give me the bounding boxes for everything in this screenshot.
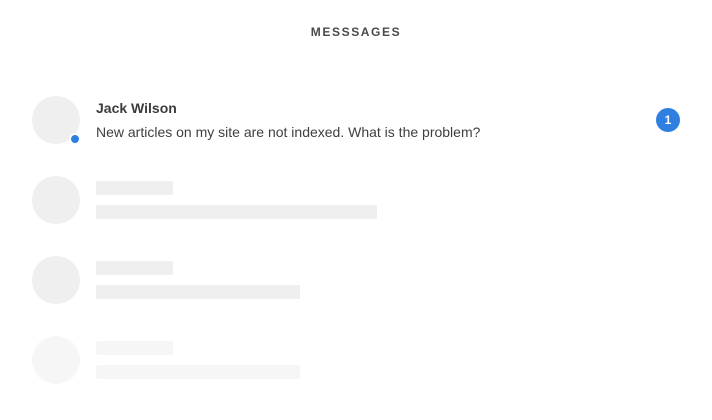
name-placeholder-bar bbox=[96, 181, 173, 195]
avatar-placeholder bbox=[32, 336, 80, 384]
conversation-placeholder bbox=[0, 176, 712, 232]
name-placeholder-bar bbox=[96, 261, 173, 275]
conversation-item[interactable]: Jack Wilson New articles on my site are … bbox=[0, 96, 712, 152]
conversation-placeholder bbox=[0, 336, 712, 392]
preview-placeholder-bar bbox=[96, 365, 300, 379]
conversation-placeholder bbox=[0, 256, 712, 312]
sender-name: Jack Wilson bbox=[96, 100, 177, 116]
avatar-placeholder bbox=[32, 176, 80, 224]
preview-placeholder-bar bbox=[96, 205, 377, 219]
preview-placeholder-bar bbox=[96, 285, 300, 299]
message-preview: New articles on my site are not indexed.… bbox=[96, 124, 481, 140]
page-title: MESSSAGES bbox=[310, 25, 402, 39]
messages-panel: { "header": { "title": "MESSSAGES" }, "c… bbox=[0, 0, 712, 420]
unread-count-badge: 1 bbox=[656, 108, 680, 132]
name-placeholder-bar bbox=[96, 341, 173, 355]
online-status-dot bbox=[69, 133, 81, 145]
avatar-placeholder bbox=[32, 256, 80, 304]
